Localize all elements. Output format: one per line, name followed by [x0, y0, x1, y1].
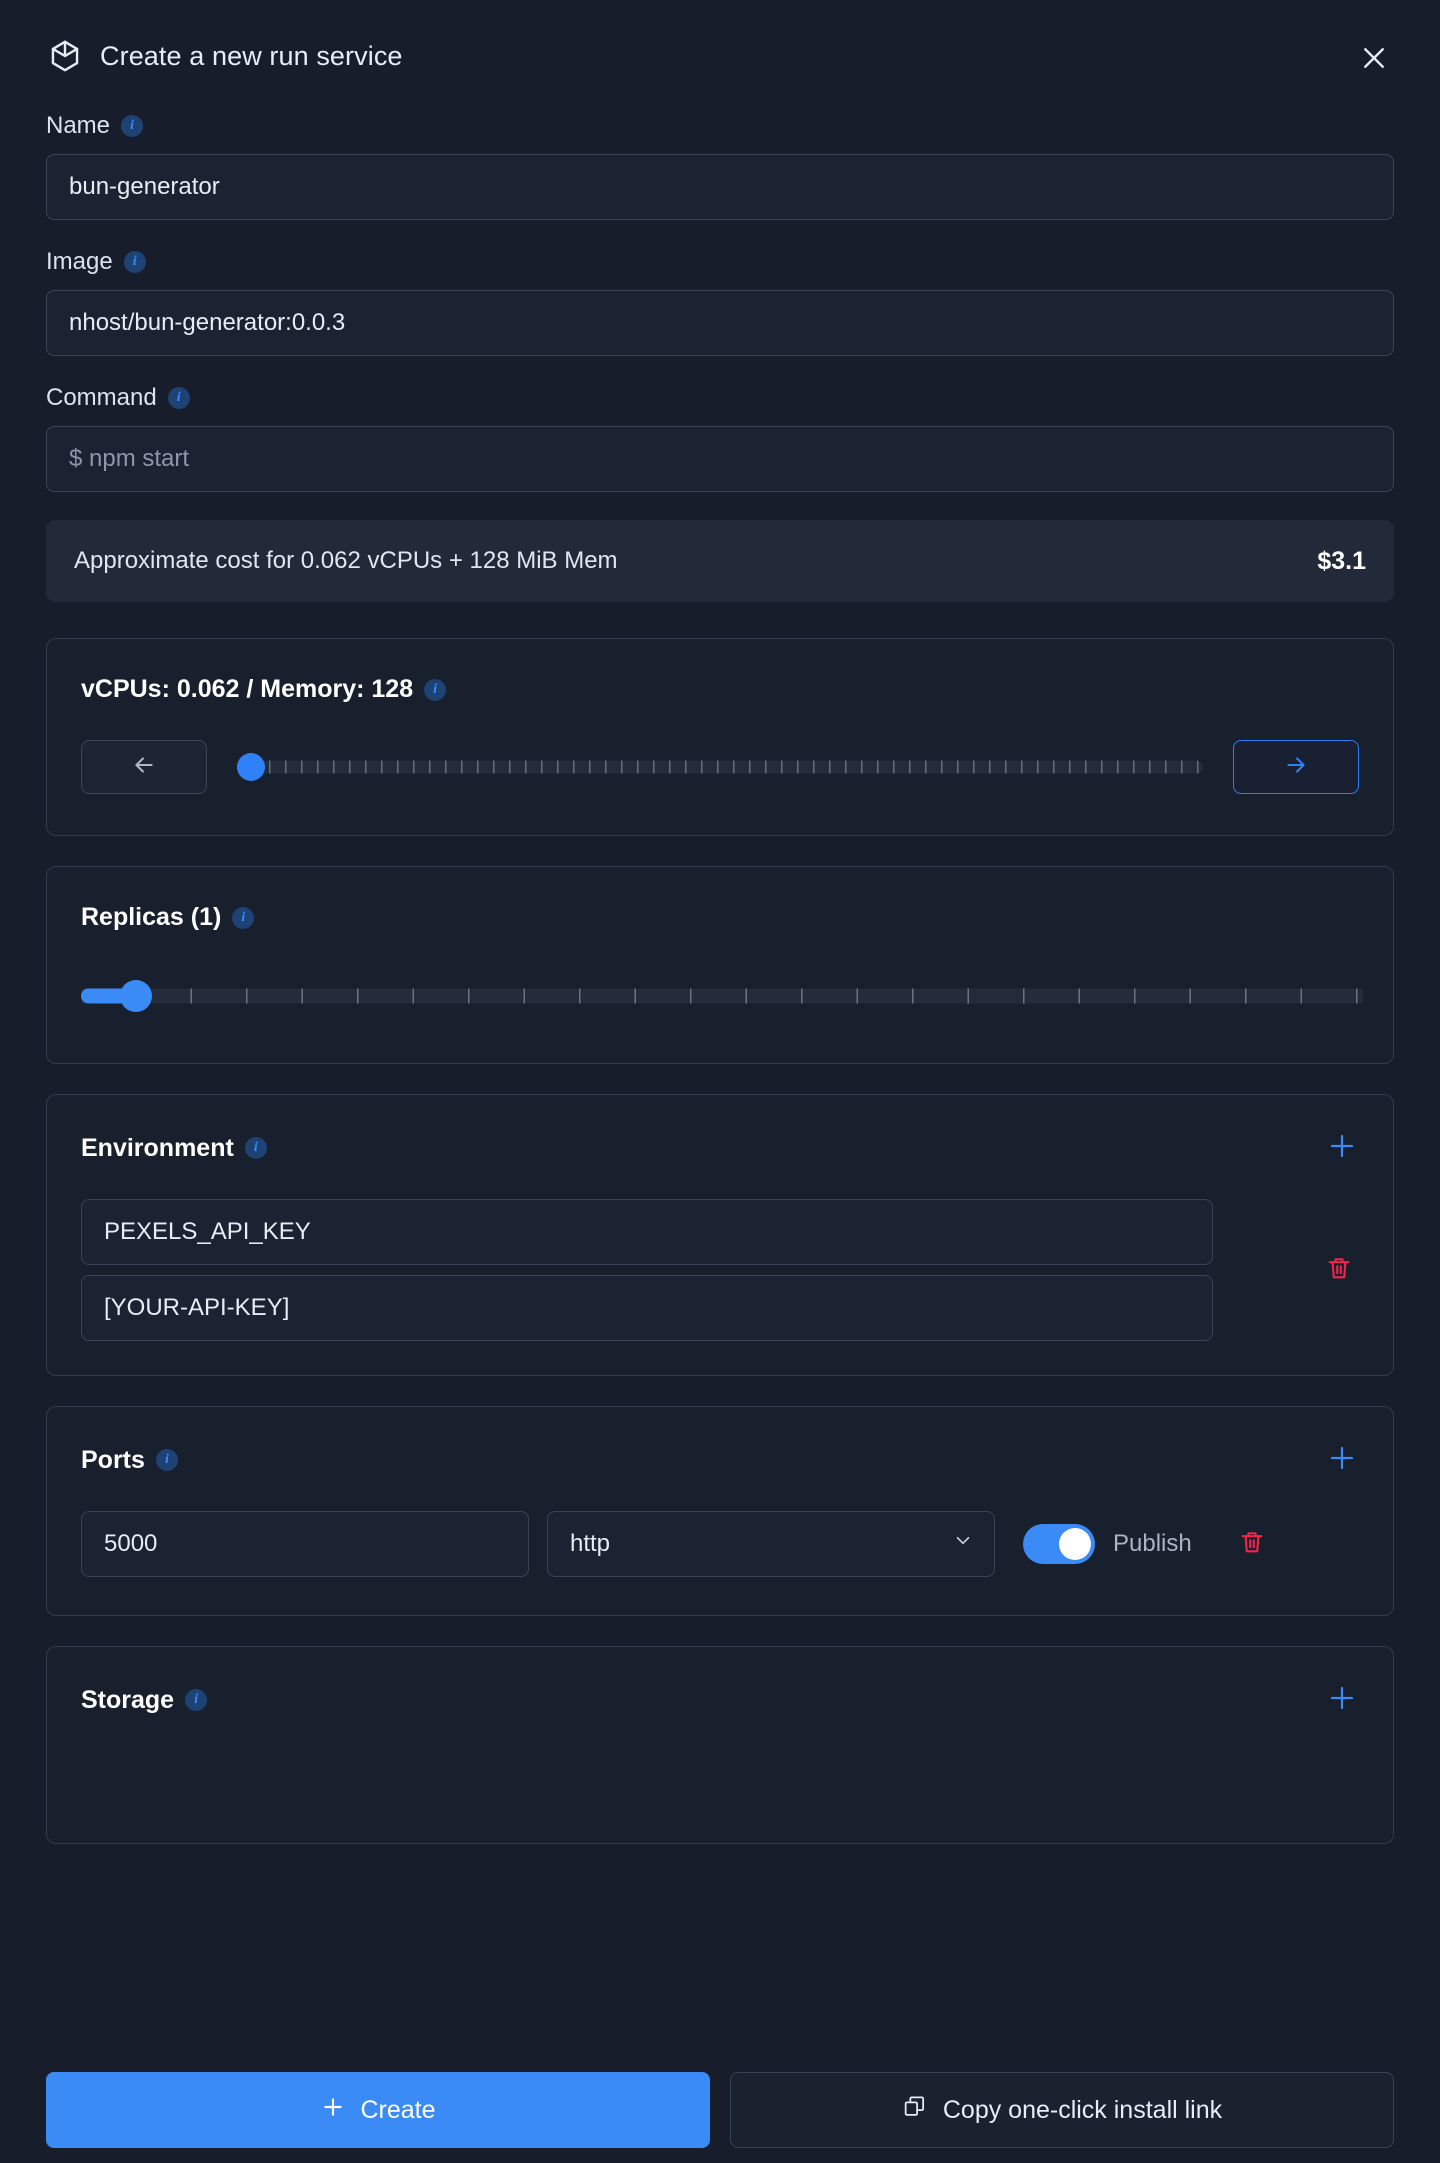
- publish-toggle-knob: [1059, 1528, 1091, 1560]
- replicas-title: Replicas (1): [81, 903, 222, 931]
- storage-header: Storage i: [81, 1683, 1359, 1717]
- environment-delete-button[interactable]: [1319, 1250, 1359, 1290]
- ports-title: Ports: [81, 1445, 145, 1474]
- arrow-right-icon: [1283, 752, 1309, 783]
- compute-slider-thumb[interactable]: [237, 753, 265, 781]
- approximate-cost-bar: Approximate cost for 0.062 vCPUs + 128 M…: [46, 520, 1394, 602]
- replicas-title-row: Replicas (1) i: [81, 903, 1359, 932]
- compute-slider-track[interactable]: [237, 760, 1203, 774]
- port-type-select[interactable]: http: [547, 1511, 995, 1577]
- environment-name-input[interactable]: [81, 1199, 1213, 1265]
- dialog-header-left: Create a new run service: [48, 39, 403, 73]
- image-label-row: Image i: [46, 248, 1394, 276]
- replicas-slider-thumb[interactable]: [120, 980, 153, 1012]
- compute-slider-row: [81, 740, 1359, 794]
- name-label: Name: [46, 112, 111, 139]
- info-icon[interactable]: i: [155, 1449, 178, 1471]
- plus-icon: [320, 2094, 346, 2127]
- info-icon[interactable]: i: [424, 678, 447, 701]
- command-label: Command: [46, 384, 157, 411]
- port-type-value: http: [570, 1530, 611, 1557]
- info-icon[interactable]: i: [167, 387, 190, 409]
- ports-add-button[interactable]: [1325, 1443, 1359, 1477]
- name-label-row: Name i: [46, 112, 1394, 140]
- name-input[interactable]: [46, 154, 1394, 220]
- storage-title: Storage: [81, 1685, 175, 1714]
- plus-icon: [1327, 1683, 1357, 1718]
- compute-decrease-button[interactable]: [81, 740, 207, 794]
- environment-title: Environment: [81, 1133, 234, 1162]
- close-icon[interactable]: [1354, 38, 1394, 78]
- trash-icon: [1325, 1254, 1353, 1287]
- replicas-slider-track[interactable]: [81, 988, 1363, 1004]
- create-run-service-dialog: Create a new run service Name i Image i: [0, 0, 1440, 2163]
- environment-row-inputs: [81, 1199, 1279, 1341]
- info-icon[interactable]: i: [232, 906, 255, 929]
- replicas-card: Replicas (1) i: [46, 866, 1394, 1064]
- name-field-block: Name i: [46, 112, 1394, 220]
- trash-icon: [1238, 1528, 1266, 1561]
- storage-add-button[interactable]: [1325, 1683, 1359, 1717]
- port-delete-button[interactable]: [1232, 1524, 1272, 1564]
- info-icon[interactable]: i: [123, 251, 146, 273]
- image-label: Image: [46, 248, 113, 275]
- environment-header: Environment i: [81, 1131, 1359, 1165]
- storage-card: Storage i: [46, 1646, 1394, 1844]
- copy-icon: [902, 2094, 927, 2126]
- command-label-row: Command i: [46, 384, 1394, 412]
- environment-title-row: Environment i: [81, 1134, 267, 1163]
- copy-install-link-button[interactable]: Copy one-click install link: [730, 2072, 1394, 2148]
- create-button[interactable]: Create: [46, 2072, 710, 2148]
- image-input[interactable]: [46, 290, 1394, 356]
- storage-title-row: Storage i: [81, 1685, 208, 1715]
- ports-title-row: Ports i: [81, 1446, 178, 1475]
- cost-description: Approximate cost for 0.062 vCPUs + 128 M…: [74, 547, 618, 574]
- info-icon[interactable]: i: [185, 1689, 208, 1711]
- compute-increase-button[interactable]: [1233, 740, 1359, 794]
- publish-label: Publish: [1113, 1530, 1192, 1557]
- compute-title-row: vCPUs: 0.062 / Memory: 128 i: [81, 675, 1359, 704]
- service-form: Name i Image i Command i Approximate cos…: [46, 112, 1394, 1874]
- page-title: Create a new run service: [100, 40, 403, 71]
- ports-card: Ports i http: [46, 1406, 1394, 1616]
- ports-row: http Publish: [81, 1511, 1359, 1577]
- environment-card: Environment i: [46, 1094, 1394, 1376]
- arrow-left-icon: [131, 752, 157, 783]
- environment-row: [81, 1199, 1359, 1341]
- copy-install-link-label: Copy one-click install link: [942, 2095, 1223, 2124]
- environment-add-button[interactable]: [1325, 1131, 1359, 1165]
- dialog-header: Create a new run service: [0, 0, 1440, 112]
- plus-icon: [1327, 1443, 1357, 1478]
- cost-amount: $3.1: [1317, 546, 1366, 575]
- command-input[interactable]: [46, 426, 1394, 492]
- image-field-block: Image i: [46, 248, 1394, 356]
- command-field-block: Command i: [46, 384, 1394, 492]
- compute-slider[interactable]: [237, 747, 1203, 787]
- dialog-footer: Create Copy one-click install link: [46, 2072, 1394, 2148]
- plus-icon: [1327, 1131, 1357, 1166]
- publish-toggle[interactable]: [1023, 1524, 1095, 1564]
- environment-value-input[interactable]: [81, 1275, 1213, 1341]
- compute-title: vCPUs: 0.062 / Memory: 128: [81, 675, 414, 703]
- ports-header: Ports i: [81, 1443, 1359, 1477]
- info-icon[interactable]: i: [244, 1137, 267, 1159]
- port-number-input[interactable]: [81, 1511, 529, 1577]
- replicas-slider[interactable]: [81, 976, 1363, 1016]
- info-icon[interactable]: i: [121, 115, 144, 137]
- chevron-down-icon: [952, 1530, 974, 1559]
- create-button-label: Create: [360, 2095, 436, 2124]
- compute-card: vCPUs: 0.062 / Memory: 128 i: [46, 638, 1394, 836]
- cube-icon: [48, 39, 82, 73]
